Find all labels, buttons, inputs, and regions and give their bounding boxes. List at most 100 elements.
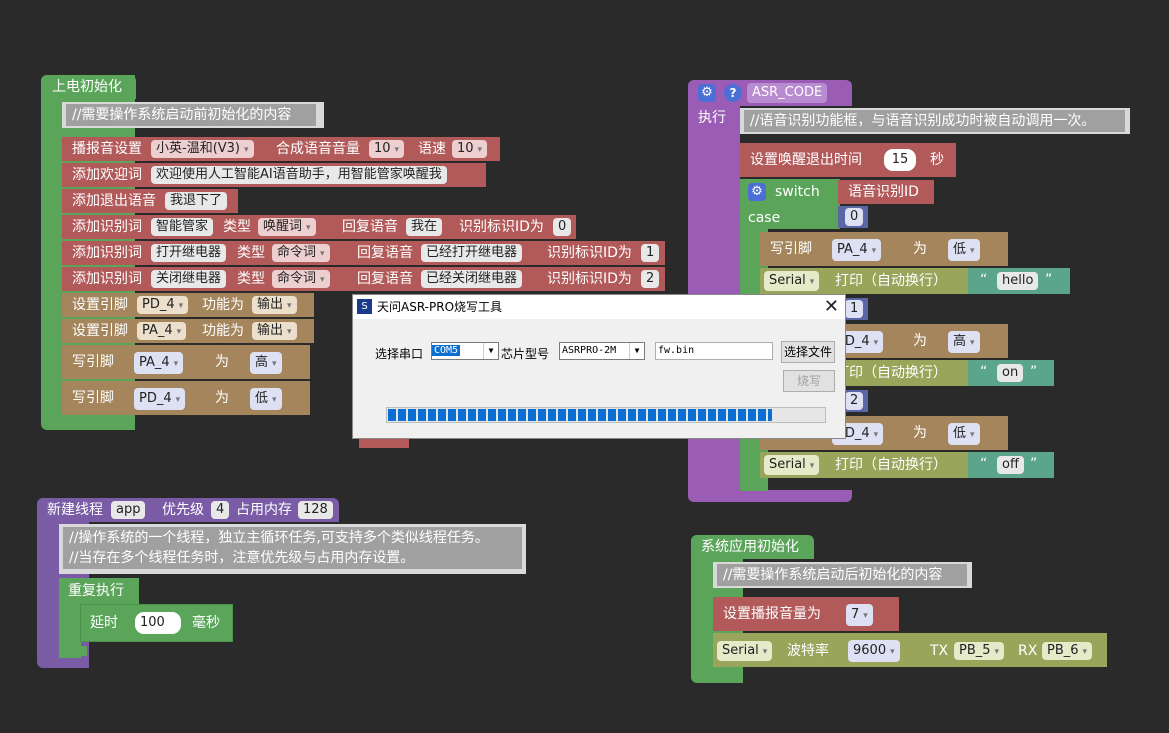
pin-dropdown[interactable]: PD_4 ▾ bbox=[137, 296, 189, 314]
power-init-comment[interactable]: //需要操作系统启动前初始化的内容 bbox=[66, 104, 316, 126]
voice-value: 小英-温和(V3) bbox=[156, 141, 240, 156]
level-dropdown[interactable]: 低 ▾ bbox=[250, 388, 282, 410]
chevron-down-icon[interactable]: ▼ bbox=[629, 343, 644, 359]
power-init-title: 上电初始化 bbox=[52, 79, 122, 95]
string-value[interactable]: hello bbox=[997, 272, 1039, 290]
case-id[interactable]: 1 bbox=[845, 300, 864, 318]
word-text[interactable]: 关闭继电器 bbox=[151, 270, 227, 288]
type-dropdown[interactable]: 唤醒词 ▾ bbox=[258, 218, 316, 236]
rx-value: PB_6 bbox=[1047, 643, 1079, 658]
help-icon[interactable]: ? bbox=[724, 84, 742, 102]
mode-value: 输出 bbox=[257, 297, 284, 312]
voice-dropdown[interactable]: 小英-温和(V3) ▾ bbox=[151, 140, 254, 158]
open-quote-icon: “ bbox=[980, 456, 988, 472]
open-quote-icon: “ bbox=[980, 364, 988, 380]
chip-value: ASRPRO-2M bbox=[562, 345, 617, 356]
case-id[interactable]: 0 bbox=[845, 208, 864, 226]
word-text[interactable]: 智能管家 bbox=[151, 218, 214, 236]
rx-dropdown[interactable]: PB_6 ▾ bbox=[1042, 642, 1093, 660]
port-label: 选择串口 bbox=[375, 347, 424, 361]
reply-text[interactable]: 已经关闭继电器 bbox=[421, 270, 523, 288]
serial-dropdown[interactable]: Serial ▾ bbox=[717, 641, 773, 661]
type-dropdown[interactable]: 命令词 ▾ bbox=[272, 244, 330, 262]
mode-dropdown[interactable]: 输出 ▾ bbox=[252, 296, 297, 314]
port-select[interactable]: COM5 ▼ bbox=[431, 342, 499, 360]
open-quote-icon: “ bbox=[980, 272, 988, 288]
pin-dropdown[interactable]: PA_4 ▾ bbox=[134, 352, 184, 374]
pin-dropdown[interactable]: PA_4 ▾ bbox=[832, 239, 882, 261]
case-label: case bbox=[748, 210, 781, 226]
tx-value: PB_5 bbox=[959, 643, 991, 658]
close-icon[interactable]: ✕ bbox=[824, 296, 839, 317]
level-dropdown[interactable]: 高 ▾ bbox=[948, 331, 980, 353]
gear-icon[interactable]: ⚙ bbox=[698, 84, 716, 102]
reply-label: 回复语音 bbox=[357, 271, 413, 287]
id-value[interactable]: 0 bbox=[553, 218, 572, 236]
id-label: 识别标识ID为 bbox=[547, 271, 632, 287]
timeout-value[interactable]: 15 bbox=[884, 149, 916, 171]
speed-value: 10 bbox=[457, 141, 474, 156]
chevron-down-icon[interactable]: ▼ bbox=[483, 343, 498, 359]
prio-value[interactable]: 4 bbox=[211, 501, 230, 519]
thread-comment[interactable]: //操作系统的一个线程，独立主循环任务,可支持多个类似线程任务。 //当存在多个… bbox=[63, 527, 522, 569]
delay-label: 延时 bbox=[90, 615, 118, 631]
level-dropdown[interactable]: 高 ▾ bbox=[250, 352, 282, 374]
sys-init-comment[interactable]: //需要操作系统启动后初始化的内容 bbox=[717, 564, 967, 586]
level-dropdown[interactable]: 低 ▾ bbox=[948, 423, 980, 445]
string-value[interactable]: on bbox=[997, 364, 1024, 382]
level-value: 低 bbox=[953, 242, 967, 257]
word-text[interactable]: 打开继电器 bbox=[151, 244, 227, 262]
volume-dropdown[interactable]: 7 ▾ bbox=[846, 604, 873, 626]
delay-unit: 毫秒 bbox=[192, 615, 220, 631]
pin-value: PD_4 bbox=[139, 391, 172, 406]
burn-button[interactable]: 烧写 bbox=[783, 370, 835, 392]
print-label: 打印（自动换行） bbox=[835, 365, 947, 381]
mem-value[interactable]: 128 bbox=[298, 501, 333, 519]
level-value: 低 bbox=[953, 426, 967, 441]
welcome-text[interactable]: 欢迎使用人工智能AI语音助手，用智能管家唤醒我 bbox=[151, 166, 447, 184]
reply-text[interactable]: 我在 bbox=[406, 218, 443, 236]
type-label: 类型 bbox=[237, 245, 265, 261]
file-value: fw.bin bbox=[658, 345, 695, 356]
string-value[interactable]: off bbox=[997, 456, 1024, 474]
tx-dropdown[interactable]: PB_5 ▾ bbox=[954, 642, 1005, 660]
asr-title[interactable]: ASR_CODE bbox=[747, 83, 828, 103]
repeat-label: 重复执行 bbox=[68, 583, 124, 599]
vol-dropdown[interactable]: 10 ▾ bbox=[369, 140, 405, 158]
thread-name[interactable]: app bbox=[111, 501, 146, 519]
type-value: 唤醒词 bbox=[263, 219, 303, 234]
choose-file-button[interactable]: 选择文件 bbox=[781, 341, 835, 363]
func-label: 功能为 bbox=[202, 323, 244, 339]
delay-value[interactable]: 100 bbox=[135, 612, 181, 634]
type-value: 命令词 bbox=[277, 245, 317, 260]
pin-dropdown[interactable]: PD_4 ▾ bbox=[134, 388, 186, 410]
as-label: 为 bbox=[913, 241, 927, 257]
volume-value: 7 bbox=[851, 607, 860, 622]
dialog-titlebar[interactable]: S 天问ASR-PRO烧写工具 ✕ bbox=[353, 295, 845, 319]
burn-tool-dialog[interactable]: S 天问ASR-PRO烧写工具 ✕ 选择串口 COM5 ▼ 芯片型号 ASRPR… bbox=[352, 294, 846, 439]
pin-dropdown[interactable]: PA_4 ▾ bbox=[137, 322, 187, 340]
exit-word-text[interactable]: 我退下了 bbox=[165, 192, 228, 210]
thread-comment-line-2: //当存在多个线程任务时，注意优先级与占用内存设置。 bbox=[69, 550, 415, 566]
gear-icon[interactable]: ⚙ bbox=[748, 183, 766, 201]
pin-value: PA_4 bbox=[142, 323, 173, 338]
serial-dropdown[interactable]: Serial ▾ bbox=[764, 455, 820, 475]
id-value[interactable]: 2 bbox=[641, 270, 660, 288]
mode-value: 输出 bbox=[257, 323, 284, 338]
case-id[interactable]: 2 bbox=[845, 392, 864, 410]
asr-comment[interactable]: //语音识别功能框，与语音识别成功时被自动调用一次。 bbox=[744, 110, 1125, 132]
mode-dropdown[interactable]: 输出 ▾ bbox=[252, 322, 297, 340]
serial-dropdown[interactable]: Serial ▾ bbox=[764, 271, 820, 291]
file-path-field[interactable]: fw.bin bbox=[655, 342, 773, 360]
speed-dropdown[interactable]: 10 ▾ bbox=[452, 140, 488, 158]
type-dropdown[interactable]: 命令词 ▾ bbox=[272, 270, 330, 288]
reply-text[interactable]: 已经打开继电器 bbox=[421, 244, 523, 262]
chip-select[interactable]: ASRPRO-2M ▼ bbox=[559, 342, 645, 360]
app-icon: S bbox=[357, 299, 372, 314]
level-dropdown[interactable]: 低 ▾ bbox=[948, 239, 980, 261]
id-label: 识别标识ID为 bbox=[459, 219, 544, 235]
baud-dropdown[interactable]: 9600 ▾ bbox=[848, 640, 900, 662]
id-label: 识别标识ID为 bbox=[547, 245, 632, 261]
serial-value: Serial bbox=[769, 457, 806, 472]
id-value[interactable]: 1 bbox=[641, 244, 660, 262]
